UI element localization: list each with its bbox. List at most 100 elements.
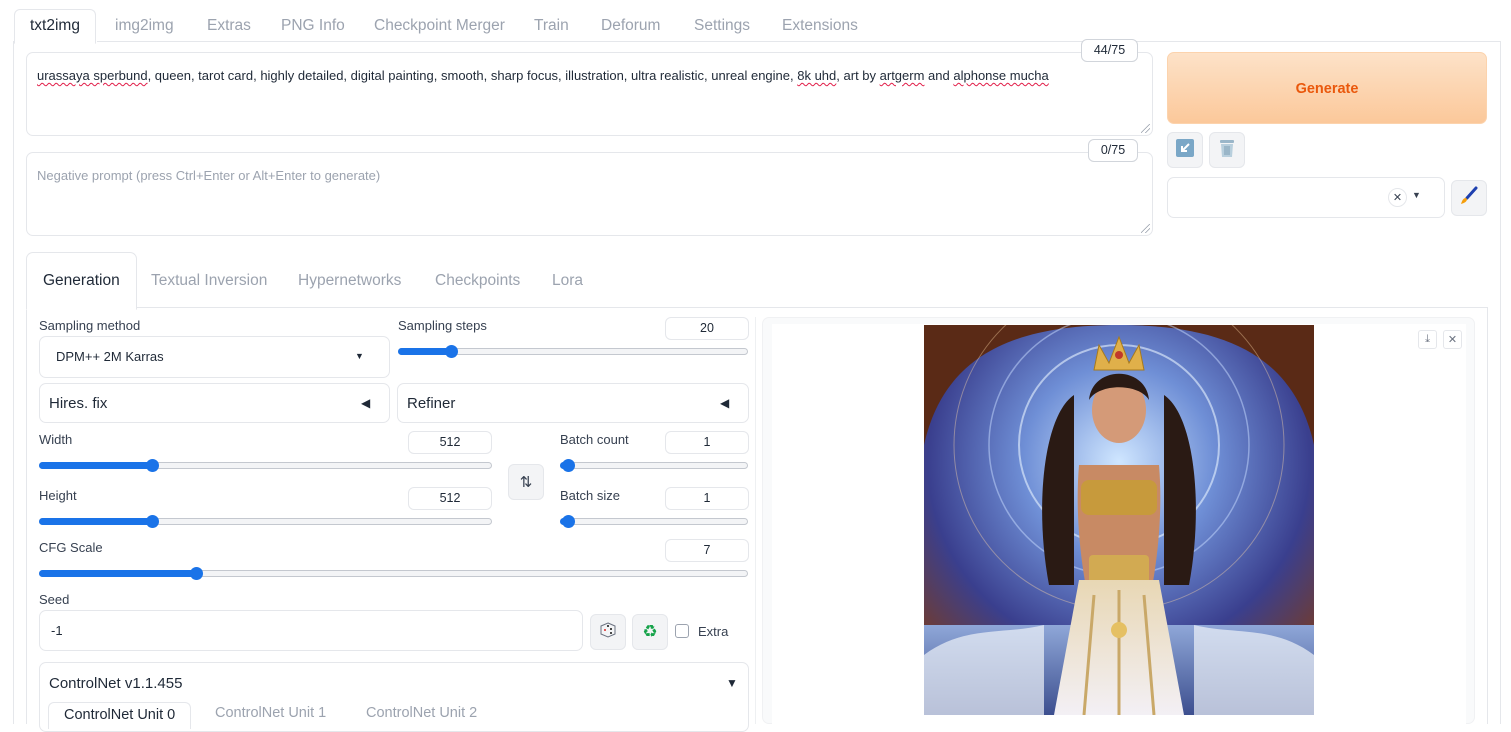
slider-fill <box>39 518 152 525</box>
batch-size-label: Batch size <box>560 488 620 503</box>
misspelled-word: artgerm <box>879 68 925 83</box>
hires-fix-label: Hires. fix <box>49 395 108 412</box>
prompt-input[interactable]: urassaya sperbund, queen, tarot card, hi… <box>26 52 1153 136</box>
download-icon[interactable]: ⤓ <box>1418 330 1437 349</box>
frame-border-right <box>1500 41 1501 724</box>
slider-thumb[interactable] <box>562 515 575 528</box>
prompt-text: urassaya sperbund, queen, tarot card, hi… <box>37 68 1049 83</box>
hires-fix-accordion[interactable]: Hires. fix ◀ <box>39 383 390 423</box>
slider-track <box>560 518 748 525</box>
tab-lora[interactable]: Lora <box>552 262 583 299</box>
misspelled-word: urassaya sperbund <box>37 68 148 83</box>
tab-textual-inversion[interactable]: Textual Inversion <box>151 262 267 299</box>
batch-size-input[interactable]: 1 <box>665 487 749 510</box>
slider-track <box>560 462 748 469</box>
subtab-divider <box>26 307 1488 308</box>
slider-thumb[interactable] <box>145 515 159 528</box>
width-input[interactable]: 512 <box>408 431 492 454</box>
batch-size-slider[interactable] <box>560 514 748 530</box>
swap-dimensions-button[interactable]: ⇅ <box>508 464 544 500</box>
prompt-segment: and <box>924 68 954 83</box>
height-input[interactable]: 512 <box>408 487 492 510</box>
tab-checkpoint-merger[interactable]: Checkpoint Merger <box>374 10 505 42</box>
batch-count-label: Batch count <box>560 432 629 447</box>
tab-divider <box>97 41 1501 42</box>
edit-styles-button[interactable] <box>1451 180 1487 216</box>
slider-thumb[interactable] <box>562 459 575 472</box>
prompt-segment: , art by <box>836 68 880 83</box>
styles-dropdown[interactable]: ✕ ▼ <box>1167 177 1445 218</box>
sampling-steps-slider[interactable] <box>398 344 748 360</box>
expand-icon: ▼ <box>726 676 738 690</box>
collapse-icon: ◀ <box>361 396 371 410</box>
extra-seed-checkbox[interactable] <box>675 624 689 638</box>
tab-extensions[interactable]: Extensions <box>782 10 858 42</box>
slider-thumb[interactable] <box>189 567 203 580</box>
batch-count-slider[interactable] <box>560 458 748 474</box>
slider-fill <box>39 462 152 469</box>
batch-count-input[interactable]: 1 <box>665 431 749 454</box>
controlnet-title: ControlNet v1.1.455 <box>49 675 183 692</box>
clear-icon[interactable]: ✕ <box>1388 188 1407 207</box>
tab-png-info[interactable]: PNG Info <box>281 10 345 42</box>
random-seed-button[interactable] <box>590 614 626 650</box>
generate-button[interactable]: Generate <box>1167 52 1487 124</box>
height-slider[interactable] <box>39 514 492 530</box>
paste-arrow-icon <box>1176 138 1194 162</box>
paintbrush-icon <box>1459 186 1479 211</box>
cfg-scale-label: CFG Scale <box>39 540 103 555</box>
negative-token-counter: 0/75 <box>1088 139 1138 162</box>
recycle-icon: ♻ <box>642 622 658 641</box>
tab-img2img[interactable]: img2img <box>115 10 174 42</box>
sampling-steps-label: Sampling steps <box>398 318 487 333</box>
seed-input[interactable]: -1 <box>39 610 583 651</box>
cfg-scale-input[interactable]: 7 <box>665 539 749 562</box>
panel-border-right <box>1487 307 1488 724</box>
extra-seed-label: Extra <box>698 624 729 639</box>
slider-thumb[interactable] <box>145 459 159 472</box>
negative-prompt-placeholder: Negative prompt (press Ctrl+Enter or Alt… <box>37 168 381 183</box>
clear-prompt-button[interactable] <box>1209 132 1245 168</box>
top-tab-bar: txt2img img2img Extras PNG Info Checkpoi… <box>0 0 1511 44</box>
tab-txt2img[interactable]: txt2img <box>14 9 96 44</box>
panel-border-left <box>26 307 27 724</box>
resize-handle[interactable] <box>1141 124 1150 133</box>
tab-generation[interactable]: Generation <box>26 252 137 310</box>
refiner-accordion[interactable]: Refiner ◀ <box>397 383 749 423</box>
tab-settings[interactable]: Settings <box>694 10 750 42</box>
prompt-segment: , queen, tarot card, highly detailed, di… <box>147 68 798 83</box>
sampling-steps-input[interactable]: 20 <box>665 317 749 340</box>
close-icon[interactable]: ✕ <box>1443 330 1462 349</box>
tab-checkpoints[interactable]: Checkpoints <box>435 262 520 299</box>
swap-dimensions-icon: ⇅ <box>519 474 533 491</box>
negative-prompt-input[interactable]: Negative prompt (press Ctrl+Enter or Alt… <box>26 152 1153 236</box>
height-label: Height <box>39 488 77 503</box>
tab-extras[interactable]: Extras <box>207 10 251 42</box>
cfg-scale-slider[interactable] <box>39 566 748 582</box>
slider-fill <box>39 570 196 577</box>
tab-deforum[interactable]: Deforum <box>601 10 660 42</box>
width-slider[interactable] <box>39 458 492 474</box>
reuse-seed-button[interactable]: ♻ <box>632 614 668 650</box>
tab-controlnet-unit-0[interactable]: ControlNet Unit 0 <box>48 702 192 729</box>
slider-thumb[interactable] <box>444 345 458 358</box>
resize-handle[interactable] <box>1141 224 1150 233</box>
tab-train[interactable]: Train <box>534 10 569 42</box>
generated-image[interactable] <box>924 279 1314 716</box>
paste-params-button[interactable] <box>1167 132 1203 168</box>
frame-border-left <box>13 41 14 724</box>
tab-controlnet-unit-2[interactable]: ControlNet Unit 2 <box>366 705 477 721</box>
sampling-method-value: DPM++ 2M Karras <box>56 349 164 364</box>
slider-fill <box>398 348 451 355</box>
width-label: Width <box>39 432 73 447</box>
column-divider <box>755 317 756 724</box>
sampling-method-label: Sampling method <box>39 318 141 333</box>
tab-controlnet-unit-1[interactable]: ControlNet Unit 1 <box>215 705 326 721</box>
sampling-method-dropdown[interactable]: DPM++ 2M Karras ▼ <box>39 336 390 378</box>
misspelled-word: alphonse mucha <box>953 68 1049 83</box>
chevron-down-icon[interactable]: ▼ <box>1412 190 1421 200</box>
trash-icon <box>1218 138 1236 163</box>
dice-icon <box>599 621 617 644</box>
chevron-down-icon: ▼ <box>355 351 364 361</box>
tab-hypernetworks[interactable]: Hypernetworks <box>298 262 401 299</box>
